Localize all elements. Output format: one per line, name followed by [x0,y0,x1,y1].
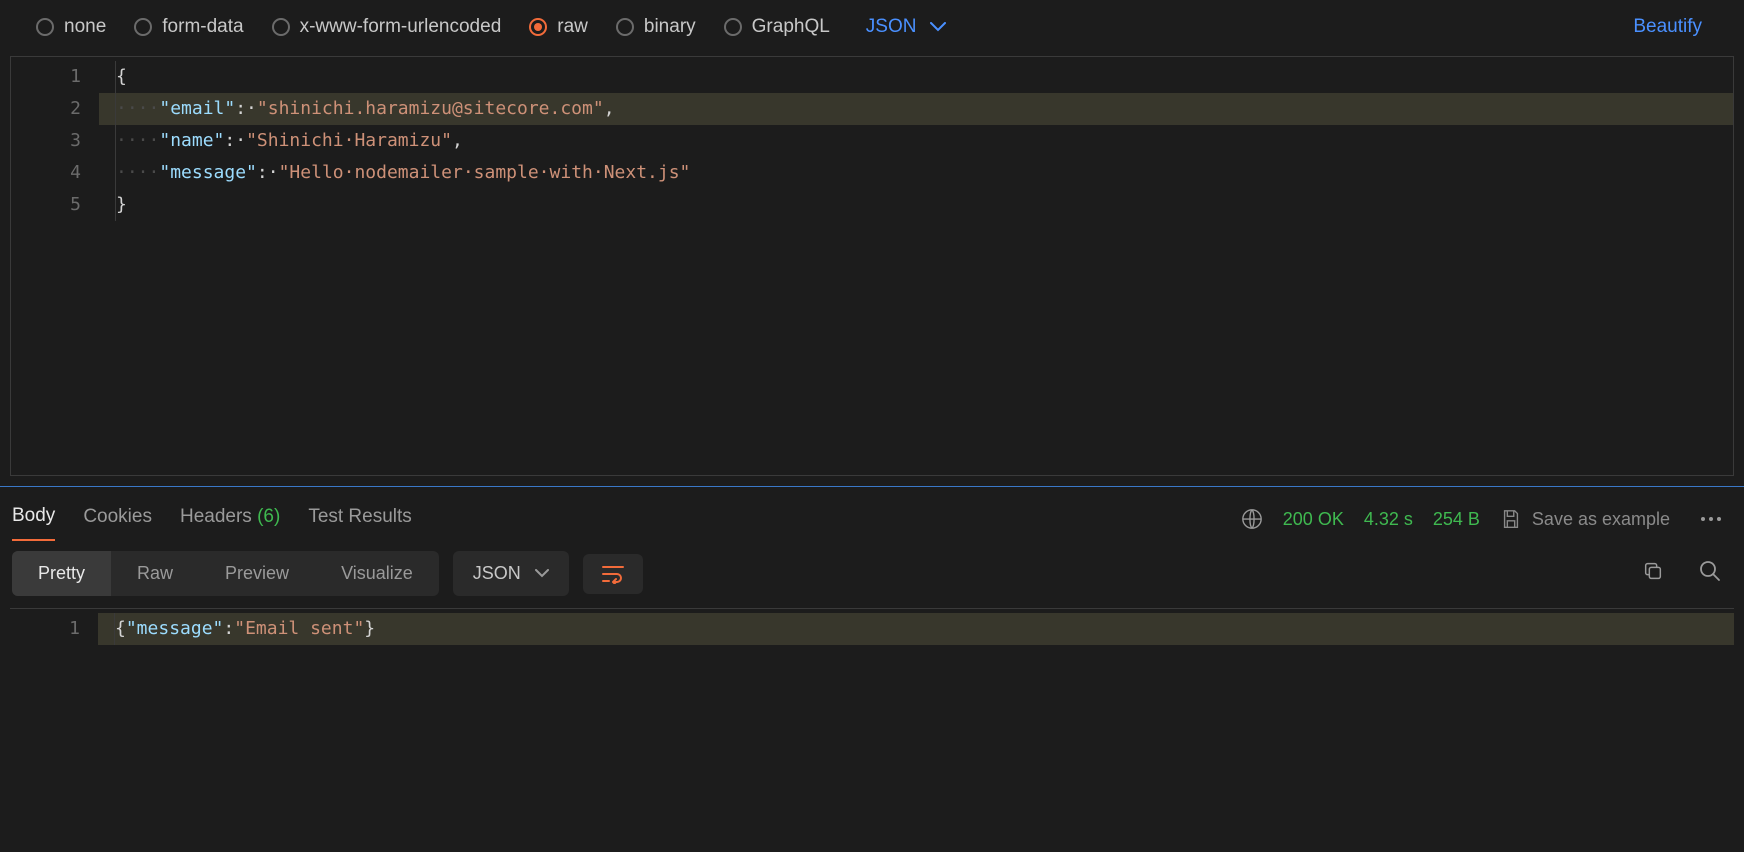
chevron-down-icon [535,569,549,578]
copy-button[interactable] [1632,554,1674,593]
response-size: 254 B [1433,509,1480,530]
radio-label: raw [557,16,588,38]
radio-icon [616,18,634,36]
tab-headers-label: Headers [180,506,252,527]
search-button[interactable] [1688,553,1732,594]
tab-body[interactable]: Body [12,497,55,541]
status-code: 200 OK [1283,509,1344,530]
save-as-example-label: Save as example [1532,509,1670,530]
radio-label: form-data [162,16,243,38]
response-body-editor[interactable]: 1 {"message":"Email sent"} [10,608,1734,645]
tab-headers[interactable]: Headers (6) [180,498,280,540]
view-pretty[interactable]: Pretty [12,551,111,596]
tab-test-results[interactable]: Test Results [308,498,411,540]
more-icon[interactable] [1690,510,1732,528]
radio-icon-selected [529,18,547,36]
save-icon [1500,508,1522,530]
radio-raw[interactable]: raw [529,16,588,38]
radio-label: none [64,16,106,38]
response-type-dropdown[interactable]: JSON [453,551,569,596]
beautify-button[interactable]: Beautify [1633,16,1702,38]
radio-label: binary [644,16,696,38]
raw-type-label: JSON [866,16,917,38]
search-icon [1698,559,1722,583]
view-visualize[interactable]: Visualize [315,551,439,596]
raw-type-dropdown[interactable]: JSON [866,16,947,38]
radio-urlencoded[interactable]: x-www-form-urlencoded [272,16,502,38]
view-preview[interactable]: Preview [199,551,315,596]
radio-form-data[interactable]: form-data [134,16,243,38]
view-mode-group: Pretty Raw Preview Visualize [12,551,439,596]
request-body-editor[interactable]: 1 2 3 4 5 { ····"email":·"shinichi.haram… [10,56,1734,476]
headers-count: (6) [257,506,280,527]
radio-none[interactable]: none [36,16,106,38]
radio-label: x-www-form-urlencoded [300,16,502,38]
response-time: 4.32 s [1364,509,1413,530]
radio-binary[interactable]: binary [616,16,696,38]
tab-cookies[interactable]: Cookies [83,498,152,540]
chevron-down-icon [930,22,946,32]
code-area[interactable]: {"message":"Email sent"} [98,609,1734,645]
response-tabs: Body Cookies Headers (6) Test Results 20… [0,487,1744,541]
response-type-label: JSON [473,563,521,584]
view-raw[interactable]: Raw [111,551,199,596]
network-icon[interactable] [1241,508,1263,530]
body-type-selector: none form-data x-www-form-urlencoded raw… [0,0,1744,56]
radio-icon [272,18,290,36]
code-area[interactable]: { ····"email":·"shinichi.haramizu@siteco… [99,57,1733,475]
radio-graphql[interactable]: GraphQL [724,16,830,38]
copy-icon [1642,560,1664,582]
radio-icon [134,18,152,36]
radio-label: GraphQL [752,16,830,38]
wrap-lines-button[interactable] [583,554,643,594]
radio-icon [724,18,742,36]
wrap-icon [601,564,625,584]
line-gutter: 1 [10,609,98,645]
radio-icon [36,18,54,36]
save-as-example-button[interactable]: Save as example [1500,508,1670,530]
response-view-toolbar: Pretty Raw Preview Visualize JSON [0,541,1744,608]
line-gutter: 1 2 3 4 5 [11,57,99,475]
